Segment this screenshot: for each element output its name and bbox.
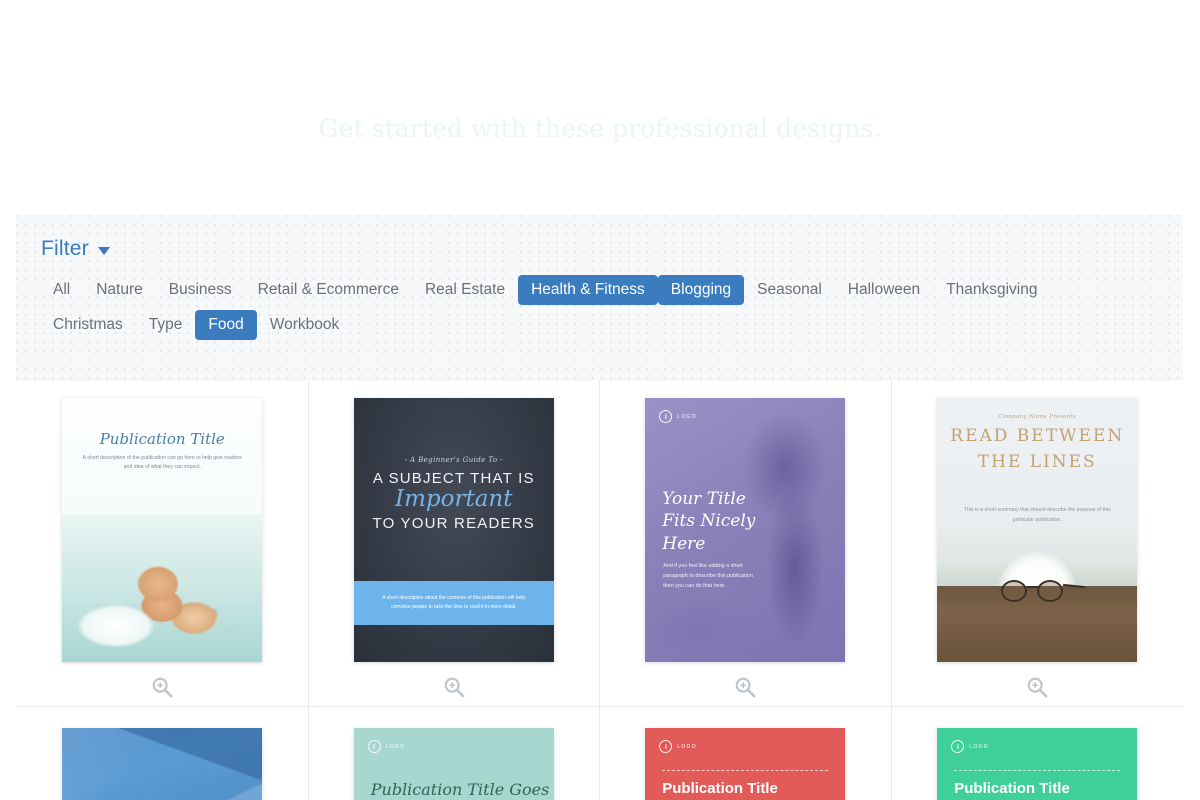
template-title-line3: TO YOUR READERS (372, 515, 535, 532)
logo-circle-icon (367, 740, 381, 753)
filter-tag-halloween[interactable]: Halloween (835, 275, 933, 305)
filter-tag-workbook[interactable]: Workbook (257, 310, 353, 340)
divider (954, 770, 1121, 771)
filter-tag-list: All Nature Business Retail & Ecommerce R… (16, 261, 1183, 340)
template-title: Publication Title (99, 430, 225, 448)
template-cell-green-publication: LOGO Publication Title (891, 707, 1183, 800)
filter-tag-row-2: Christmas Type Food Workbook (40, 310, 1183, 340)
template-thumbnail-chalkboard[interactable]: - A Beginner's Guide To - A SUBJECT THAT… (353, 398, 554, 662)
logo-label: LOGO (969, 743, 989, 750)
template-thumbnail-blue-mountain[interactable] (62, 728, 263, 800)
logo-label: LOGO (677, 743, 697, 750)
page-title: Choose a Template (372, 43, 828, 98)
template-thumbnail-teal-script[interactable]: LOGO Publication Title Goes Here (353, 728, 554, 800)
donut-photo (62, 514, 263, 662)
template-cell-red-publication: LOGO Publication Title (600, 707, 892, 800)
filter-tag-health-fitness[interactable]: Health & Fitness (518, 275, 658, 305)
filter-tag-business[interactable]: Business (156, 275, 245, 305)
template-thumbnail-read-between-lines[interactable]: Company Name Presents READ BETWEEN THE L… (937, 398, 1138, 662)
chevron-down-icon (97, 247, 110, 255)
template-cell-blue-mountain (17, 707, 309, 800)
template-cell-teal-script: LOGO Publication Title Goes Here (308, 707, 600, 800)
template-description-band: A short description about the contents o… (353, 581, 554, 625)
filter-tag-christmas[interactable]: Christmas (40, 310, 136, 340)
template-title: READ BETWEEN THE LINES (950, 426, 1125, 472)
magnifier-plus-icon[interactable] (443, 676, 465, 698)
filter-tag-real-estate[interactable]: Real Estate (412, 275, 518, 305)
template-title: Your Title Fits Nicely Here (662, 489, 756, 554)
template-logo: LOGO (951, 740, 989, 753)
template-title-line1: A SUBJECT THAT IS (372, 470, 535, 487)
template-title: Publication Title Goes Here (370, 780, 550, 800)
divider (662, 770, 829, 771)
logo-circle-icon (951, 740, 965, 753)
logo-label: LOGO (385, 743, 406, 750)
template-thumbnail-red-publication[interactable]: LOGO Publication Title (645, 728, 846, 800)
template-logo: LOGO (659, 740, 697, 753)
filter-tag-seasonal[interactable]: Seasonal (744, 275, 835, 305)
glasses-arm (1063, 583, 1086, 589)
template-cell-donut: Publication Title A short description of… (17, 381, 309, 707)
logo-circle-icon (659, 740, 673, 753)
template-chooser-page: Choose a Template Get started with these… (0, 0, 1200, 800)
glasses-lens-right (1037, 580, 1064, 602)
page-subtitle: Get started with these professional desi… (318, 114, 882, 144)
template-title: Publication Title (954, 780, 1070, 797)
template-description: A short description about the contents o… (382, 594, 526, 611)
filter-tag-type[interactable]: Type (136, 310, 196, 340)
logo-label: LOGO (677, 413, 697, 420)
filter-panel: Filter All Nature Business Retail & Ecom… (16, 215, 1183, 381)
template-grid: Publication Title A short description of… (17, 381, 1183, 800)
template-cell-read-between-lines: Company Name Presents READ BETWEEN THE L… (891, 381, 1183, 707)
template-kicker: - A Beginner's Guide To - (404, 456, 503, 464)
filter-label: Filter (41, 237, 89, 260)
template-logo: LOGO (367, 740, 406, 753)
glasses-illustration (989, 580, 1086, 606)
filter-toggle[interactable]: Filter (16, 215, 1183, 261)
template-description: And if you feel like adding a short para… (663, 563, 753, 589)
template-presents-line: Company Name Presents (998, 414, 1077, 420)
template-description: A short description of the publication c… (82, 455, 242, 471)
glasses-lens-left (1001, 580, 1028, 602)
template-thumbnail-fitness[interactable]: LOGO Your Title Fits Nicely Here And if … (645, 398, 846, 662)
filter-tag-nature[interactable]: Nature (83, 275, 156, 305)
template-thumbnail-green-publication[interactable]: LOGO Publication Title (937, 728, 1138, 800)
magnifier-plus-icon[interactable] (734, 676, 756, 698)
template-cell-chalkboard: - A Beginner's Guide To - A SUBJECT THAT… (308, 381, 600, 707)
magnifier-plus-icon[interactable] (1026, 676, 1048, 698)
filter-tag-all[interactable]: All (40, 275, 83, 305)
filter-tag-thanksgiving[interactable]: Thanksgiving (933, 275, 1050, 305)
filter-tag-retail-ecommerce[interactable]: Retail & Ecommerce (245, 275, 412, 305)
filter-tag-food[interactable]: Food (195, 310, 257, 340)
logo-circle-icon (659, 410, 673, 423)
template-thumbnail-donut[interactable]: Publication Title A short description of… (62, 398, 263, 662)
template-logo: LOGO (659, 410, 697, 423)
filter-tag-blogging[interactable]: Blogging (657, 275, 745, 305)
magnifier-plus-icon[interactable] (151, 676, 173, 698)
filter-tag-row-1: All Nature Business Retail & Ecommerce R… (40, 275, 1183, 305)
template-title: Publication Title (662, 780, 778, 797)
template-cell-fitness: LOGO Your Title Fits Nicely Here And if … (600, 381, 892, 707)
template-title-line2: Important (395, 486, 513, 512)
template-description: This is a short summary that should desc… (963, 507, 1111, 523)
